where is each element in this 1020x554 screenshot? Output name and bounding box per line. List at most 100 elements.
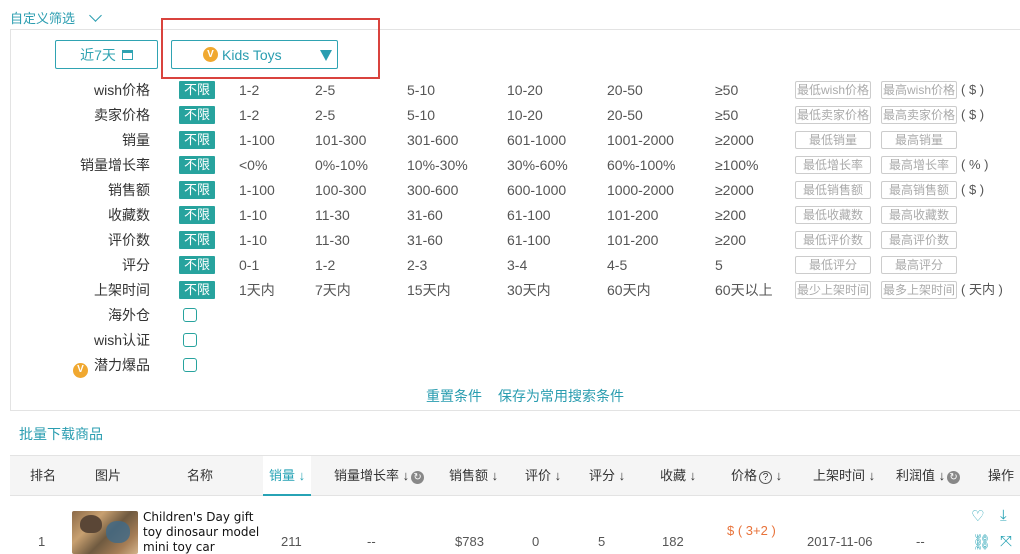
filter-option[interactable]: 2-5 <box>315 105 335 125</box>
filter-option[interactable]: 3-4 <box>507 255 527 275</box>
filter-option[interactable]: 11-30 <box>315 205 350 225</box>
header-rating-sort[interactable]: 评分 ↓ <box>589 456 625 496</box>
filter-option[interactable]: ≥2000 <box>715 130 754 150</box>
filter-option[interactable]: 0-1 <box>239 255 259 275</box>
filter-option[interactable]: 1001-2000 <box>607 130 674 150</box>
filter-option-all[interactable]: 不限 <box>179 106 215 124</box>
filter-option[interactable]: 1-10 <box>239 230 267 250</box>
filter-option[interactable]: ≥200 <box>715 230 746 250</box>
filter-option[interactable]: 20-50 <box>607 105 643 125</box>
filter-option[interactable]: 1-2 <box>239 105 259 125</box>
filter-option[interactable]: 61-100 <box>507 205 551 225</box>
filter-option[interactable]: 5-10 <box>407 105 435 125</box>
header-listed-sort[interactable]: 上架时间 ↓ <box>813 456 875 496</box>
custom-filter-toggle[interactable]: 自定义筛选 <box>10 7 102 27</box>
filter-option[interactable]: 20-50 <box>607 80 643 100</box>
filter-checkbox[interactable] <box>183 333 197 347</box>
filter-option[interactable]: 1天内 <box>239 280 275 300</box>
filter-min-input[interactable]: 最低增长率 <box>795 156 871 174</box>
filter-option[interactable]: 10-20 <box>507 105 543 125</box>
filter-option[interactable]: 1000-2000 <box>607 180 674 200</box>
filter-option[interactable]: ≥2000 <box>715 180 754 200</box>
filter-option[interactable]: 7天内 <box>315 280 351 300</box>
filter-option-all[interactable]: 不限 <box>179 256 215 274</box>
filter-checkbox[interactable] <box>183 308 197 322</box>
filter-option[interactable]: 1-10 <box>239 205 267 225</box>
filter-checkbox[interactable] <box>183 358 197 372</box>
filter-option[interactable]: 30天内 <box>507 280 551 300</box>
filter-option[interactable]: 300-600 <box>407 180 458 200</box>
filter-max-input[interactable]: 最高销售额 <box>881 181 957 199</box>
product-image[interactable] <box>72 511 138 554</box>
table-row[interactable]: 1 Children's Day gift toy dinosaur model… <box>10 497 1020 554</box>
filter-option[interactable]: 5-10 <box>407 80 435 100</box>
filter-option[interactable]: 61-100 <box>507 230 551 250</box>
filter-option[interactable]: 600-1000 <box>507 180 566 200</box>
reset-conditions-link[interactable]: 重置条件 <box>426 386 482 406</box>
filter-option[interactable]: ≥50 <box>715 80 738 100</box>
filter-min-input[interactable]: 最低评价数 <box>795 231 871 249</box>
filter-option-all[interactable]: 不限 <box>179 281 215 299</box>
header-reviews-sort[interactable]: 评价 ↓ <box>525 456 561 496</box>
product-name-link[interactable]: Children's Day gift toy dinosaur model m… <box>143 510 261 554</box>
heart-icon[interactable]: ♡ <box>971 507 984 525</box>
filter-max-input[interactable]: 最高收藏数 <box>881 206 957 224</box>
filter-min-input[interactable]: 最低卖家价格 <box>795 106 871 124</box>
filter-option-all[interactable]: 不限 <box>179 231 215 249</box>
filter-option[interactable]: ≥50 <box>715 105 738 125</box>
filter-option[interactable]: 2-3 <box>407 255 427 275</box>
filter-option[interactable]: 0%-10% <box>315 155 368 175</box>
filter-option[interactable]: 31-60 <box>407 230 443 250</box>
filter-option[interactable]: 601-1000 <box>507 130 566 150</box>
download-icon[interactable]: ⤓ <box>1000 507 1007 524</box>
filter-option[interactable]: 10-20 <box>507 80 543 100</box>
filter-max-input[interactable]: 最高评分 <box>881 256 957 274</box>
header-favorites-sort[interactable]: 收藏 ↓ <box>660 456 696 496</box>
filter-option[interactable]: 101-200 <box>607 205 658 225</box>
filter-option-all[interactable]: 不限 <box>179 181 215 199</box>
filter-option[interactable]: 1-2 <box>239 80 259 100</box>
filter-option[interactable]: 5 <box>715 255 723 275</box>
filter-option[interactable]: 100-300 <box>315 180 366 200</box>
filter-max-input[interactable]: 最高增长率 <box>881 156 957 174</box>
filter-option-all[interactable]: 不限 <box>179 81 215 99</box>
filter-option[interactable]: 30%-60% <box>507 155 568 175</box>
filter-option[interactable]: ≥100% <box>715 155 759 175</box>
filter-min-input[interactable]: 最低wish价格 <box>795 81 871 99</box>
filter-max-input[interactable]: 最高wish价格 <box>881 81 957 99</box>
filter-option[interactable]: <0% <box>239 155 267 175</box>
filter-max-input[interactable]: 最高销量 <box>881 131 957 149</box>
header-revenue-sort[interactable]: 销售额 ↓ <box>449 456 498 496</box>
filter-min-input[interactable]: 最低销售额 <box>795 181 871 199</box>
filter-option[interactable]: 101-300 <box>315 130 366 150</box>
filter-option[interactable]: 4-5 <box>607 255 627 275</box>
filter-option-all[interactable]: 不限 <box>179 206 215 224</box>
header-profit-sort[interactable]: 利润值 ↓ ↻ <box>896 456 961 496</box>
header-growth-sort[interactable]: 销量增长率 ↓ ↻ <box>334 456 425 496</box>
filter-option[interactable]: 11-30 <box>315 230 350 250</box>
filter-min-input[interactable]: 最低收藏数 <box>795 206 871 224</box>
filter-option-all[interactable]: 不限 <box>179 131 215 149</box>
filter-option[interactable]: 1-100 <box>239 130 275 150</box>
filter-option[interactable]: 60天内 <box>607 280 651 300</box>
batch-download-link[interactable]: 批量下载商品 <box>19 425 103 443</box>
filter-option[interactable]: 10%-30% <box>407 155 468 175</box>
filter-max-input[interactable]: 最高卖家价格 <box>881 106 957 124</box>
filter-option[interactable]: 60%-100% <box>607 155 676 175</box>
filter-max-input[interactable]: 最多上架时间 <box>881 281 957 299</box>
date-range-button[interactable]: 近7天 <box>55 40 158 69</box>
filter-option[interactable]: 1-100 <box>239 180 275 200</box>
filter-option-all[interactable]: 不限 <box>179 156 215 174</box>
filter-option[interactable]: 31-60 <box>407 205 443 225</box>
filter-min-input[interactable]: 最低评分 <box>795 256 871 274</box>
filter-option[interactable]: ≥200 <box>715 205 746 225</box>
filter-max-input[interactable]: 最高评价数 <box>881 231 957 249</box>
header-price-sort[interactable]: 价格? ↓ <box>731 456 782 496</box>
link-icon[interactable]: ⛓ <box>972 533 991 551</box>
filter-option[interactable]: 2-5 <box>315 80 335 100</box>
filter-option[interactable]: 101-200 <box>607 230 658 250</box>
filter-min-input[interactable]: 最低销量 <box>795 131 871 149</box>
filter-option[interactable]: 15天内 <box>407 280 451 300</box>
filter-option[interactable]: 1-2 <box>315 255 335 275</box>
filter-min-input[interactable]: 最少上架时间 <box>795 281 871 299</box>
